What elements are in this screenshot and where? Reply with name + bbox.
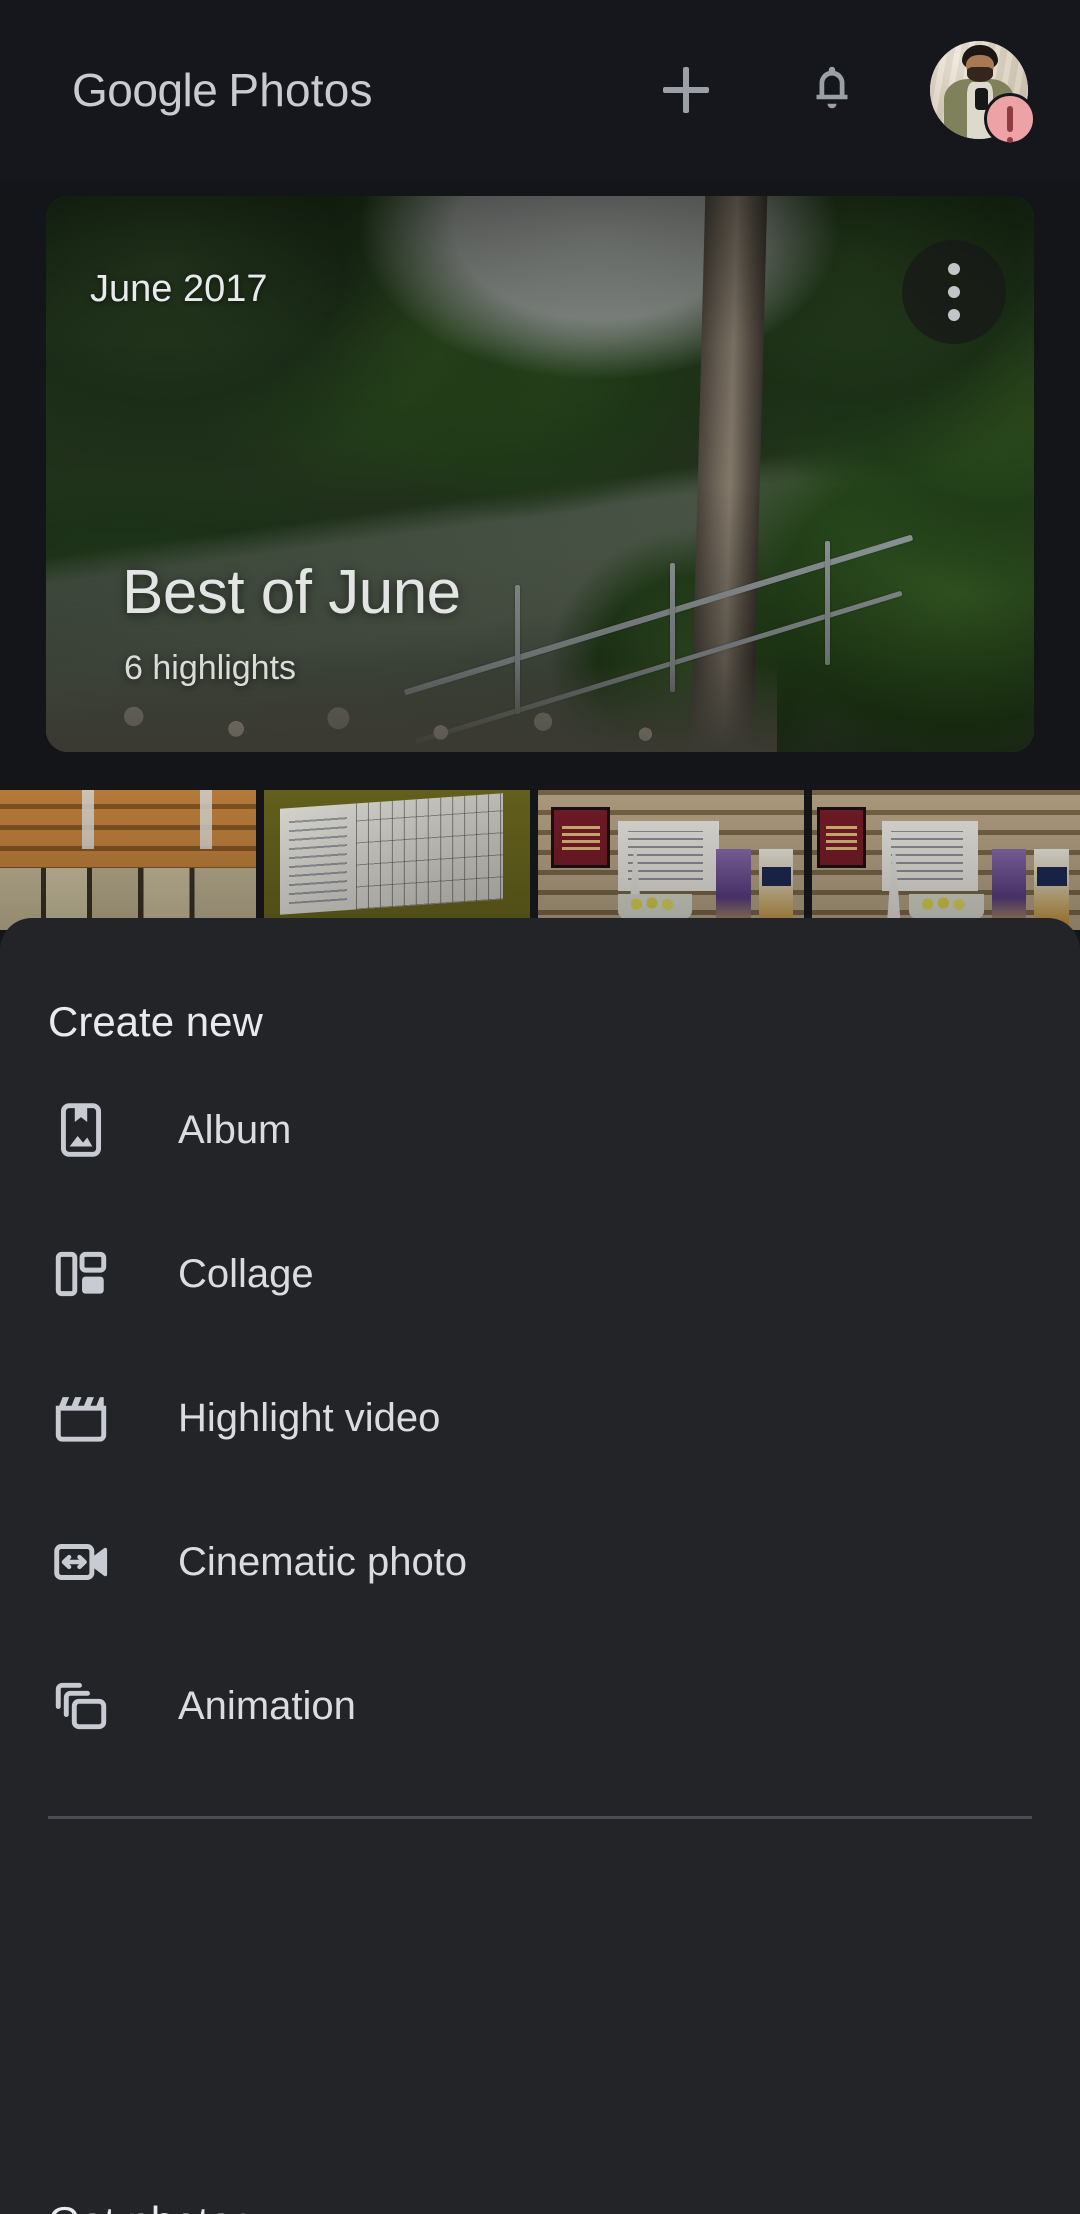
get-photos-section-title: Get photos [48, 2198, 253, 2214]
thumbnail-1[interactable] [0, 790, 257, 930]
album-icon [44, 1093, 118, 1167]
menu-item-collage-label: Collage [178, 1251, 314, 1296]
dot-1 [948, 263, 960, 275]
memory-title: Best of June [122, 558, 461, 627]
add-button[interactable] [634, 38, 738, 142]
exclamation-mark [1007, 106, 1013, 143]
menu-item-highlight-video-label: Highlight video [178, 1395, 441, 1440]
memory-date: June 2017 [90, 268, 268, 310]
dot-2 [948, 286, 960, 298]
thumb4-overlay [812, 790, 1080, 930]
menu-item-collage[interactable]: Collage [0, 1222, 1080, 1326]
thumb1-overlay [0, 790, 257, 930]
thumb3-overlay [538, 790, 805, 930]
cinematic-video-icon [44, 1525, 118, 1599]
brand-photos: Photos [228, 64, 373, 116]
alert-exclamation-icon[interactable] [984, 93, 1036, 145]
thumbnail-3[interactable] [538, 790, 805, 930]
memory-subtitle: 6 highlights [124, 649, 297, 687]
top-app-bar: Google Photos [0, 0, 1080, 180]
menu-item-animation[interactable]: Animation [0, 1654, 1080, 1758]
bell-icon [816, 66, 848, 109]
thumb2-overlay [264, 790, 531, 930]
thumbnail-2[interactable] [264, 790, 531, 930]
create-new-bottom-sheet: Create new Album Collage Highlight video… [0, 918, 1080, 2214]
menu-item-highlight-video[interactable]: Highlight video [0, 1366, 1080, 1470]
app-brand: Google Photos [72, 63, 373, 117]
thumbnail-4[interactable] [812, 790, 1080, 930]
photo-strip [0, 790, 1080, 930]
sheet-divider [48, 1816, 1032, 1819]
clapperboard-icon [44, 1381, 118, 1455]
menu-item-album-label: Album [178, 1107, 292, 1152]
plus-icon [663, 67, 709, 113]
collage-icon [44, 1237, 118, 1311]
menu-item-animation-label: Animation [178, 1683, 356, 1728]
account-avatar-button[interactable] [930, 41, 1036, 145]
menu-item-album[interactable]: Album [0, 1078, 1080, 1182]
brand-google: Google [72, 64, 218, 116]
avatar-beard [967, 67, 993, 83]
notifications-button[interactable] [780, 38, 884, 142]
dot-3 [948, 309, 960, 321]
menu-item-cinematic-photo-label: Cinematic photo [178, 1539, 468, 1584]
more-vertical-icon[interactable] [902, 240, 1006, 344]
menu-item-cinematic-photo[interactable]: Cinematic photo [0, 1510, 1080, 1614]
layers-stack-icon [44, 1669, 118, 1743]
memory-card[interactable]: June 2017 Best of June 6 highlights [46, 196, 1034, 752]
create-section-title: Create new [48, 998, 263, 1045]
screen-root: Google Photos June 2017 Best of June 6 h… [0, 0, 1080, 2214]
